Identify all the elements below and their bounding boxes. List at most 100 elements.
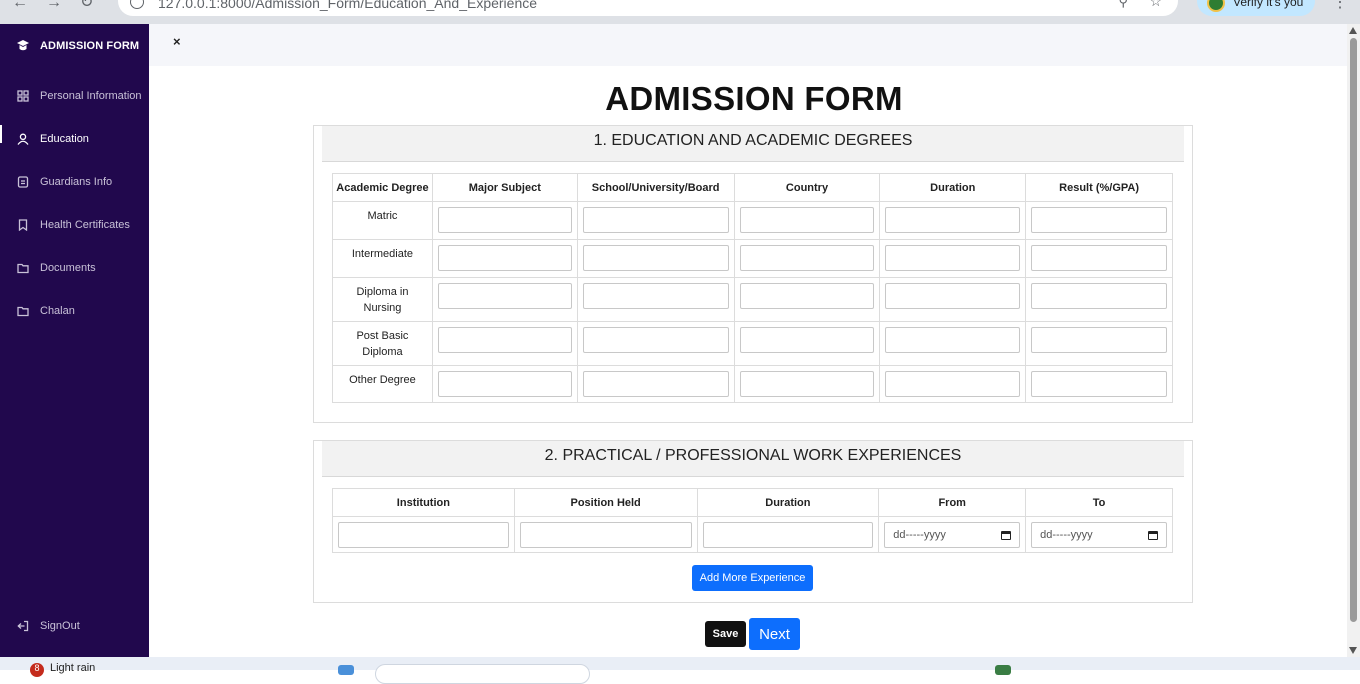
graduation-cap-icon	[17, 40, 29, 51]
column-header: Duration	[696, 488, 880, 517]
sidebar-item-label: Education	[40, 132, 89, 145]
sidebar-item-label: Personal Information	[40, 89, 142, 102]
school-input[interactable]	[582, 283, 729, 309]
notification-badge[interactable]: 8	[30, 663, 44, 677]
school-input[interactable]	[582, 207, 729, 233]
scroll-up-icon[interactable]	[1349, 27, 1357, 34]
degree-label: Post Basic Diploma	[332, 321, 433, 366]
bookmark-star-icon[interactable]: ☆	[1149, 0, 1162, 10]
degree-label: Matric	[332, 201, 433, 240]
country-input[interactable]	[739, 245, 875, 271]
column-header: Result (%/GPA)	[1025, 173, 1173, 202]
column-header: From	[878, 488, 1027, 517]
profile-button[interactable]: Verify it's you	[1197, 0, 1315, 16]
table-header-row: Academic Degree Major Subject School/Uni…	[332, 173, 1173, 202]
position-held-input[interactable]	[519, 522, 692, 548]
add-more-experience-button[interactable]: Add More Experience	[692, 565, 813, 591]
school-input[interactable]	[582, 245, 729, 271]
country-input[interactable]	[739, 371, 875, 397]
page-scrollbar[interactable]	[1347, 24, 1360, 657]
column-header: Major Subject	[431, 173, 578, 202]
signout-label: SignOut	[40, 620, 80, 632]
calendar-icon[interactable]	[1148, 530, 1158, 540]
browser-nav-icons[interactable]: ←→↻	[12, 0, 111, 12]
document-icon	[17, 175, 29, 188]
start-icon[interactable]	[338, 665, 354, 675]
country-input[interactable]	[739, 283, 875, 309]
education-table: Academic Degree Major Subject School/Uni…	[332, 173, 1173, 403]
result-input[interactable]	[1031, 327, 1167, 353]
result-input[interactable]	[1031, 207, 1167, 233]
brand-title: ADMISSION FORM	[40, 40, 140, 52]
next-button[interactable]: Next	[749, 618, 800, 650]
to-date-input[interactable]: dd-----yyyy	[1031, 522, 1167, 548]
major-subject-input[interactable]	[437, 283, 572, 309]
sidebar-item-label: Chalan	[40, 304, 75, 317]
table-header-row: Institution Position Held Duration From …	[332, 488, 1173, 517]
sidebar-item-label: Health Certificates	[40, 218, 130, 231]
sidebar-item-chalan[interactable]: Chalan	[0, 289, 149, 332]
institution-input[interactable]	[338, 522, 509, 548]
table-row: Other Degree	[332, 365, 1173, 403]
school-input[interactable]	[582, 327, 729, 353]
result-input[interactable]	[1031, 371, 1167, 397]
url-text[interactable]: 127.0.0.1:8000/Admission_Form/Education_…	[158, 0, 537, 11]
sidebar-item-health-certificates[interactable]: Health Certificates	[0, 203, 149, 246]
signout-icon	[17, 620, 29, 632]
app-icon[interactable]	[995, 665, 1011, 675]
folder-icon	[17, 306, 29, 316]
column-header: Country	[733, 173, 881, 202]
country-input[interactable]	[739, 327, 875, 353]
experience-heading: 2. PRACTICAL / PROFESSIONAL WORK EXPERIE…	[322, 441, 1184, 477]
column-header: Institution	[332, 488, 515, 517]
sidebar-item-education[interactable]: Education	[0, 117, 149, 160]
folder-icon	[17, 263, 29, 273]
zoom-icon[interactable]: ⚲	[1118, 0, 1128, 10]
sidebar-item-label: Guardians Info	[40, 175, 113, 188]
degree-label: Intermediate	[332, 239, 433, 278]
major-subject-input[interactable]	[437, 245, 572, 271]
calendar-icon[interactable]	[1001, 530, 1012, 540]
duration-input[interactable]	[885, 207, 1021, 233]
main-content: ADMISSION FORM 1. EDUCATION AND ACADEMIC…	[149, 66, 1347, 657]
experience-table: Institution Position Held Duration From …	[332, 488, 1173, 553]
experience-duration-input[interactable]	[702, 522, 874, 548]
sidebar-item-personal-information[interactable]: Personal Information	[0, 74, 149, 117]
save-button[interactable]: Save	[705, 621, 746, 647]
address-bar[interactable]: 127.0.0.1:8000/Admission_Form/Education_…	[118, 0, 1178, 16]
education-heading: 1. EDUCATION AND ACADEMIC DEGREES	[322, 126, 1184, 162]
major-subject-input[interactable]	[437, 207, 572, 233]
site-info-icon[interactable]	[130, 0, 144, 9]
duration-input[interactable]	[885, 245, 1021, 271]
user-icon	[17, 133, 29, 145]
duration-input[interactable]	[885, 327, 1021, 353]
major-subject-input[interactable]	[437, 371, 572, 397]
scroll-thumb[interactable]	[1350, 38, 1357, 622]
signout-link[interactable]: SignOut	[0, 606, 149, 646]
browser-toolbar: ←→↻ 127.0.0.1:8000/Admission_Form/Educat…	[0, 0, 1360, 24]
duration-input[interactable]	[885, 371, 1021, 397]
country-input[interactable]	[739, 207, 875, 233]
sidebar-brand[interactable]: ADMISSION FORM	[0, 24, 149, 68]
result-input[interactable]	[1031, 245, 1167, 271]
column-header: To	[1025, 488, 1173, 517]
from-date-input[interactable]: dd-----yyyy	[884, 522, 1021, 548]
sidebar: ADMISSION FORM Personal Information Educ…	[0, 24, 149, 657]
sidebar-item-guardians-info[interactable]: Guardians Info	[0, 160, 149, 203]
close-sidebar-button[interactable]: ×	[173, 34, 181, 49]
grid-icon	[17, 89, 29, 102]
school-input[interactable]	[582, 371, 729, 397]
bookmark-icon	[18, 218, 28, 231]
weather-widget[interactable]: Light rain	[50, 662, 95, 674]
taskbar-search[interactable]	[375, 664, 590, 684]
result-input[interactable]	[1031, 283, 1167, 309]
table-row: Diploma in Nursing	[332, 277, 1173, 322]
browser-menu-icon[interactable]: ⋮	[1332, 0, 1348, 12]
major-subject-input[interactable]	[437, 327, 572, 353]
scroll-down-icon[interactable]	[1349, 647, 1357, 654]
sidebar-item-documents[interactable]: Documents	[0, 246, 149, 289]
experience-section: 2. PRACTICAL / PROFESSIONAL WORK EXPERIE…	[313, 440, 1193, 603]
duration-input[interactable]	[885, 283, 1021, 309]
degree-label: Other Degree	[332, 365, 433, 403]
os-taskbar: 8 Light rain	[0, 657, 1360, 684]
